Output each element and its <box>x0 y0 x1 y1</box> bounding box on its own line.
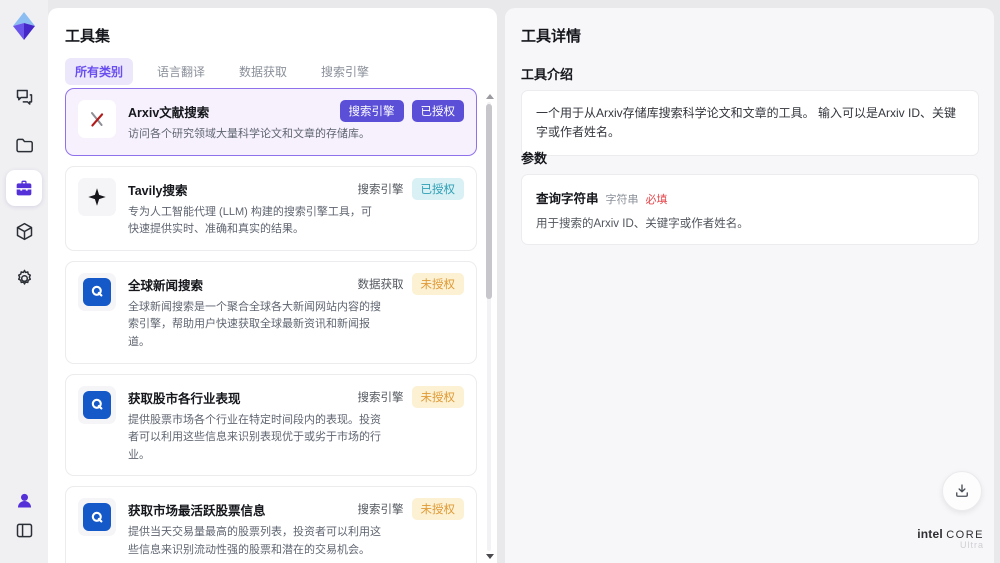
news-q-icon <box>78 498 116 537</box>
page-title: 工具集 <box>65 28 111 45</box>
tab-language-translation[interactable]: 语言翻译 <box>147 58 215 85</box>
app-logo-icon <box>8 10 40 42</box>
auth-status-badge: 未授权 <box>411 498 464 521</box>
detail-title: 工具详情 <box>521 28 582 45</box>
download-icon <box>956 484 968 497</box>
tab-search-engine[interactable]: 搜索引擎 <box>311 58 379 85</box>
params-heading: 参数 <box>521 151 548 166</box>
tool-item-global-news[interactable]: 全球新闻搜索 数据获取 未授权 全球新闻搜索是一个聚合全球各大新闻网站内容的搜索… <box>65 260 477 364</box>
tool-item-active-stocks[interactable]: 获取市场最活跃股票信息 搜索引擎 未授权 提供当天交易量最高的股票列表，投资者可… <box>65 486 477 563</box>
panel-toggle-icon[interactable] <box>12 518 36 542</box>
tab-data-acquisition[interactable]: 数据获取 <box>229 58 297 85</box>
tool-item-stock-sectors[interactable]: 获取股市各行业表现 搜索引擎 未授权 提供股票市场各个行业在特定时间段内的表现。… <box>65 373 477 477</box>
settings-gear-icon[interactable] <box>12 266 36 290</box>
param-description: 用于搜索的Arxiv ID、关键字或作者姓名。 <box>536 218 749 230</box>
intro-heading: 工具介绍 <box>521 67 574 82</box>
category-label: 搜索引擎 <box>357 183 404 196</box>
tab-all-categories[interactable]: 所有类别 <box>65 58 134 85</box>
tool-description: 访问各个研究领域大量科学论文和文章的存储库。 <box>128 128 370 140</box>
tool-description: 全球新闻搜索是一个聚合全球各大新闻网站内容的搜索引擎，帮助用户快速获取全球最新资… <box>128 300 381 348</box>
toolbox-icon-active[interactable] <box>6 170 42 206</box>
category-label: 数据获取 <box>357 278 404 291</box>
left-rail <box>0 0 48 563</box>
folder-icon[interactable] <box>12 133 36 157</box>
auth-status-badge: 未授权 <box>411 385 464 408</box>
brand-intel: intel <box>917 526 943 541</box>
chat-icon[interactable] <box>12 85 36 109</box>
news-q-icon <box>78 272 116 311</box>
tool-description: 提供股票市场各个行业在特定时间段内的表现。投资者可以利用这些信息来识别表现优于或… <box>128 413 381 461</box>
tool-description: 专为人工智能代理 (LLM) 构建的搜索引擎工具，可快速提供实时、准确和真实的结… <box>128 205 372 236</box>
scroll-up-arrow-icon[interactable] <box>486 94 494 99</box>
tool-list: Arxiv文献搜索 搜索引擎 已授权 访问各个研究领域大量科学论文和文章的存储库… <box>65 88 477 563</box>
auth-status-badge: 已授权 <box>411 100 464 122</box>
category-badge: 搜索引擎 <box>339 100 404 122</box>
brand-core: CORE <box>946 528 984 541</box>
tool-title: 获取市场最活跃股票信息 <box>128 504 266 519</box>
tool-detail-panel: 工具详情 工具介绍 一个用于从Arxiv存储库搜索科学论文和文章的工具。 输入可… <box>505 8 994 563</box>
tool-item-arxiv[interactable]: Arxiv文献搜索 搜索引擎 已授权 访问各个研究领域大量科学论文和文章的存储库… <box>65 88 477 156</box>
cube-icon[interactable] <box>12 219 36 243</box>
scroll-down-arrow-icon[interactable] <box>486 554 494 559</box>
tool-description: 提供当天交易量最高的股票列表，投资者可以利用这些信息来识别流动性强的股票和潜在的… <box>128 526 381 556</box>
download-button[interactable] <box>942 471 982 511</box>
list-scrollbar[interactable] <box>484 92 494 563</box>
scrollbar-thumb[interactable] <box>486 104 492 299</box>
category-label: 搜索引擎 <box>357 391 404 404</box>
tool-item-tavily[interactable]: Tavily搜索 搜索引擎 已授权 专为人工智能代理 (LLM) 构建的搜索引擎… <box>65 165 477 251</box>
intel-core-logo: intel CORE Ultra <box>917 526 984 551</box>
news-q-icon <box>78 385 116 424</box>
param-name: 查询字符串 <box>536 192 599 206</box>
arxiv-logo-icon <box>78 100 116 138</box>
param-required-flag: 必填 <box>645 194 668 206</box>
category-label: 搜索引擎 <box>357 504 404 517</box>
auth-status-badge: 已授权 <box>411 177 464 200</box>
tool-title: 全球新闻搜索 <box>128 278 204 293</box>
parameter-box: 查询字符串 字符串 必填 用于搜索的Arxiv ID、关键字或作者姓名。 <box>521 174 979 245</box>
intro-text-box: 一个用于从Arxiv存储库搜索科学论文和文章的工具。 输入可以是Arxiv ID… <box>521 90 979 157</box>
auth-status-badge: 未授权 <box>411 272 464 295</box>
param-type: 字符串 <box>605 194 639 206</box>
tool-list-panel: 工具集 所有类别 语言翻译 数据获取 搜索引擎 Arxiv文献搜索 搜索引擎 已… <box>48 8 497 563</box>
tool-title: 获取股市各行业表现 <box>128 391 241 406</box>
tavily-star-icon <box>78 177 116 216</box>
tool-title: Arxiv文献搜索 <box>128 106 210 120</box>
category-tabs: 所有类别 语言翻译 数据获取 搜索引擎 <box>65 58 379 85</box>
tool-title: Tavily搜索 <box>128 183 188 198</box>
user-avatar-icon[interactable] <box>12 488 36 512</box>
brand-ultra: Ultra <box>959 540 984 551</box>
